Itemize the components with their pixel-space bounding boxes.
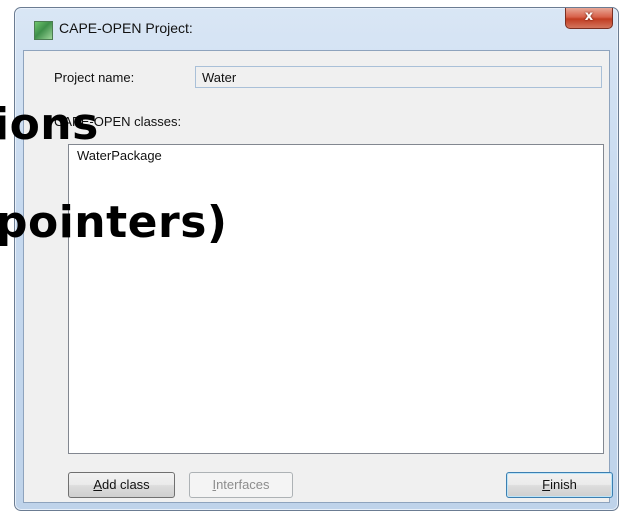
project-name-label: Project name: [54, 70, 135, 85]
finish-hotkey: F [542, 477, 551, 492]
dialog-window: CAPE-OPEN Project: x Project name: Water… [14, 7, 619, 511]
add-class-button[interactable]: Add class [68, 472, 175, 498]
window-title: CAPE-OPEN Project: [59, 20, 193, 36]
title-bar[interactable]: CAPE-OPEN Project: x [15, 8, 618, 50]
list-item[interactable]: WaterPackage [77, 148, 162, 163]
finish-label: inish [550, 477, 577, 492]
overlay-text-pointers: pointers) [0, 197, 228, 248]
stage: CAPE-OPEN Project: x Project name: Water… [0, 0, 629, 519]
interfaces-button[interactable]: Interfaces [189, 472, 293, 498]
add-class-hotkey: A [93, 477, 102, 492]
interfaces-label: nterfaces [216, 477, 270, 492]
dialog-client-area: Project name: Water CAPE-OPEN classes: W… [23, 50, 613, 503]
app-icon [34, 21, 53, 40]
close-button[interactable]: x [565, 8, 613, 29]
close-icon: x [584, 9, 594, 24]
overlay-text-ions: ions [0, 99, 99, 150]
finish-button[interactable]: Finish [506, 472, 613, 498]
add-class-label: dd class [101, 477, 150, 492]
classes-list[interactable]: WaterPackage [68, 144, 604, 454]
project-name-field[interactable]: Water [195, 66, 602, 88]
